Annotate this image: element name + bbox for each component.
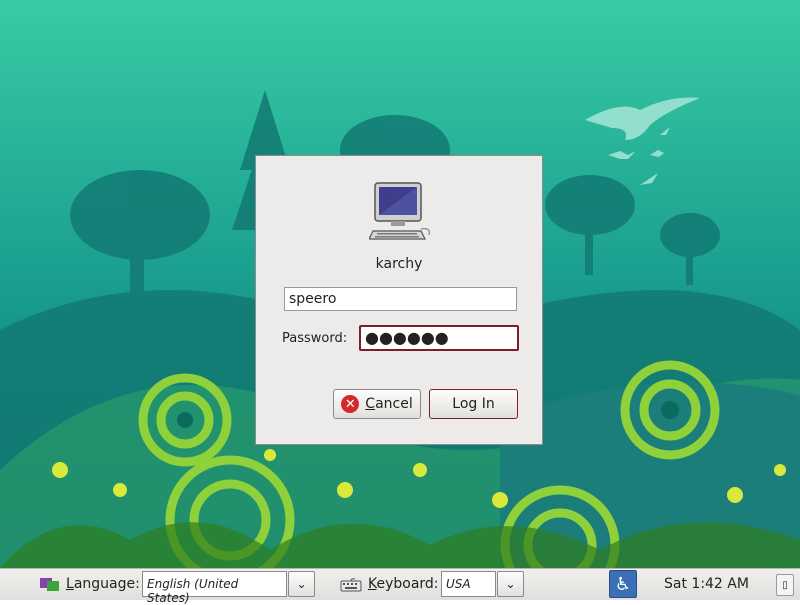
- bottom-panel: Language: English (United States) ⌄ Keyb…: [0, 568, 800, 605]
- accessibility-icon: ♿: [614, 573, 632, 595]
- username-field[interactable]: speero: [284, 287, 517, 311]
- shutdown-icon: ▯: [782, 579, 788, 591]
- keyboard-label: Keyboard:: [368, 576, 439, 592]
- cancel-button[interactable]: ✕ Cancel: [333, 389, 421, 419]
- shutdown-button[interactable]: ▯: [776, 574, 794, 596]
- login-button[interactable]: Log In: [429, 389, 518, 419]
- keyboard-icon: [340, 578, 362, 592]
- cancel-button-label: Cancel: [365, 396, 413, 412]
- language-icon: [40, 576, 60, 592]
- accessibility-button[interactable]: ♿: [609, 570, 637, 598]
- computer-icon: [368, 181, 431, 243]
- language-select[interactable]: English (United States): [142, 571, 287, 605]
- login-dialog: karchy speero Password: ●●●●●● ✕ Cancel …: [255, 155, 543, 445]
- language-label: Language:: [66, 576, 140, 592]
- cancel-icon: ✕: [341, 395, 360, 413]
- keyboard-select[interactable]: USA: [441, 571, 496, 597]
- keyboard-dropdown-button[interactable]: ⌄: [497, 571, 524, 597]
- language-dropdown-button[interactable]: ⌄: [288, 571, 315, 597]
- password-label: Password:: [282, 331, 348, 346]
- username-label: karchy: [375, 256, 423, 272]
- chevron-down-icon: ⌄: [505, 577, 516, 591]
- clock: Sat 1:42 AM: [664, 576, 749, 592]
- chevron-down-icon: ⌄: [296, 577, 307, 591]
- password-field[interactable]: ●●●●●●: [359, 325, 519, 351]
